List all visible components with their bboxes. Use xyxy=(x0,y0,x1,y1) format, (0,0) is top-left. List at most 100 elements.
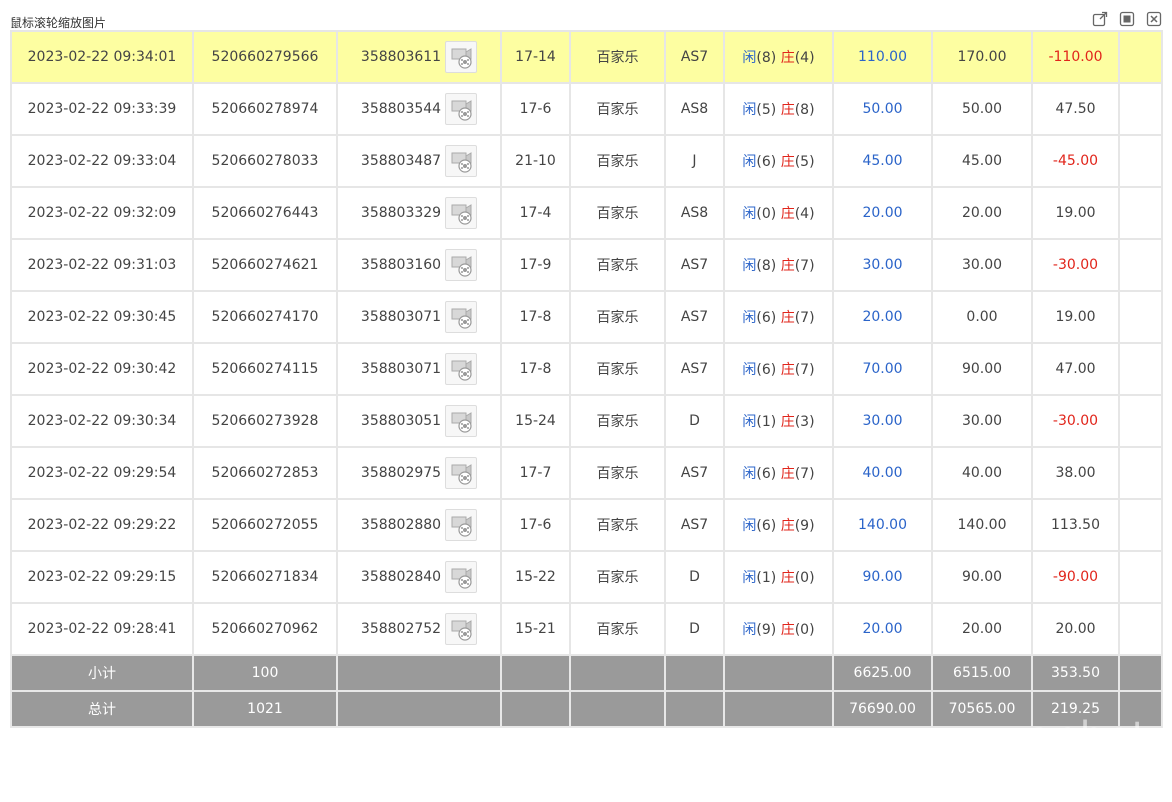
cell-game: 358802752 xyxy=(336,602,502,656)
external-link-icon[interactable] xyxy=(1092,11,1108,27)
table-row[interactable]: 2023-02-22 09:28:41 520660270962 358802752… xyxy=(10,602,1163,656)
cell-empty xyxy=(1118,550,1163,604)
cell-dealer: AS7 xyxy=(664,342,725,396)
cell-type: 百家乐 xyxy=(569,446,666,500)
video-replay-icon[interactable] xyxy=(445,509,478,541)
player-points: (9) xyxy=(756,622,777,638)
valid-bet: 90.00 xyxy=(961,569,1003,585)
order-number: 520660274115 xyxy=(211,361,319,377)
cell-result: 19.00 xyxy=(1031,186,1120,240)
cell-table: 17-4 xyxy=(500,186,571,240)
table-row[interactable]: 2023-02-22 09:29:22 520660272055 358802880… xyxy=(10,498,1163,552)
banker-points: (0) xyxy=(794,622,815,638)
cell-count: 1021 xyxy=(192,690,338,728)
cell-order: 520660272055 xyxy=(192,498,338,552)
cell-table: 17-8 xyxy=(500,342,571,396)
close-icon[interactable] xyxy=(1146,11,1162,27)
cell-game: 358803329 xyxy=(336,186,502,240)
table-row[interactable]: 2023-02-22 09:33:39 520660278974 358803544… xyxy=(10,82,1163,136)
game-number: 358803487 xyxy=(360,153,442,169)
video-replay-icon[interactable] xyxy=(445,561,478,593)
subtotal-result: 353.50 xyxy=(1051,665,1100,681)
cell-order: 520660279566 xyxy=(192,30,338,84)
player-label: 闲 xyxy=(742,310,757,326)
cell-outcome: 闲(8) 庄(4) xyxy=(723,30,834,84)
cell-type: 百家乐 xyxy=(569,186,666,240)
table-row[interactable]: 2023-02-22 09:30:42 520660274115 358803071… xyxy=(10,342,1163,396)
cell-table: 17-8 xyxy=(500,290,571,344)
game-number: 358802840 xyxy=(360,569,442,585)
video-replay-icon[interactable] xyxy=(445,353,478,385)
dealer-code: AS7 xyxy=(680,361,709,377)
win-loss: 38.00 xyxy=(1055,465,1096,481)
banker-label: 庄 xyxy=(780,570,795,586)
table-row[interactable]: 2023-02-22 09:32:09 520660276443 358803329… xyxy=(10,186,1163,240)
cell-empty xyxy=(1118,82,1163,136)
video-replay-icon[interactable] xyxy=(445,405,478,437)
cell-time: 2023-02-22 09:33:39 xyxy=(10,82,194,136)
banker-label: 庄 xyxy=(780,414,795,430)
bet-amount: 70.00 xyxy=(862,361,903,377)
table-row[interactable]: 2023-02-22 09:29:54 520660272853 358802975… xyxy=(10,446,1163,500)
cell-table: 17-6 xyxy=(500,498,571,552)
win-loss: 19.00 xyxy=(1055,309,1096,325)
banker-label: 庄 xyxy=(780,206,795,222)
table-row[interactable]: 2023-02-22 09:34:01 520660279566 358803611… xyxy=(10,30,1163,84)
cell-game: 358803487 xyxy=(336,134,502,188)
cell-order: 520660274170 xyxy=(192,290,338,344)
win-loss: -30.00 xyxy=(1052,413,1099,429)
cell-dealer: AS8 xyxy=(664,82,725,136)
cell-label: 总计 xyxy=(10,690,194,728)
cell-result: 353.50 xyxy=(1031,654,1120,692)
player-label: 闲 xyxy=(742,102,757,118)
cell-empty xyxy=(1118,602,1163,656)
order-number: 520660274621 xyxy=(211,257,319,273)
video-replay-icon[interactable] xyxy=(445,41,478,73)
table-row[interactable]: 2023-02-22 09:31:03 520660274621 358803160… xyxy=(10,238,1163,292)
video-replay-icon[interactable] xyxy=(445,457,478,489)
player-points: (1) xyxy=(756,570,777,586)
cell-dealer: AS7 xyxy=(664,446,725,500)
cell-empty xyxy=(500,690,571,728)
valid-bet: 30.00 xyxy=(961,413,1003,429)
banker-label: 庄 xyxy=(780,50,795,66)
table-row[interactable]: 2023-02-22 09:29:15 520660271834 358802840… xyxy=(10,550,1163,604)
game-type: 百家乐 xyxy=(596,206,639,222)
cell-dealer: J xyxy=(664,134,725,188)
cell-time: 2023-02-22 09:30:42 xyxy=(10,342,194,396)
banker-points: (3) xyxy=(794,414,815,430)
video-replay-icon[interactable] xyxy=(445,93,478,125)
cell-outcome: 闲(8) 庄(7) xyxy=(723,238,834,292)
table-number: 17-8 xyxy=(519,361,552,377)
table-row[interactable]: 2023-02-22 09:30:45 520660274170 358803071… xyxy=(10,290,1163,344)
subtotal-bet: 6625.00 xyxy=(853,665,912,681)
table-number: 15-22 xyxy=(515,569,556,585)
video-replay-icon[interactable] xyxy=(445,613,478,645)
cell-outcome: 闲(6) 庄(9) xyxy=(723,498,834,552)
cell-type: 百家乐 xyxy=(569,134,666,188)
table-row[interactable]: 2023-02-22 09:30:34 520660273928 358803051… xyxy=(10,394,1163,448)
win-loss: 47.50 xyxy=(1055,101,1096,117)
table-row[interactable]: 2023-02-22 09:33:04 520660278033 358803487… xyxy=(10,134,1163,188)
banker-label: 庄 xyxy=(780,466,795,482)
bet-amount: 110.00 xyxy=(858,49,907,65)
video-replay-icon[interactable] xyxy=(445,301,478,333)
cell-table: 21-10 xyxy=(500,134,571,188)
bet-amount: 20.00 xyxy=(862,621,903,637)
cell-result: 113.50 xyxy=(1031,498,1120,552)
video-replay-icon[interactable] xyxy=(445,145,478,177)
cell-table: 15-21 xyxy=(500,602,571,656)
cell-order: 520660274115 xyxy=(192,342,338,396)
cell-time: 2023-02-22 09:34:01 xyxy=(10,30,194,84)
cell-table: 15-24 xyxy=(500,394,571,448)
banker-label: 庄 xyxy=(780,362,795,378)
video-replay-icon[interactable] xyxy=(445,197,478,229)
maximize-icon[interactable] xyxy=(1119,11,1135,27)
valid-bet: 170.00 xyxy=(957,49,1007,65)
cell-order: 520660276443 xyxy=(192,186,338,240)
video-replay-icon[interactable] xyxy=(445,249,478,281)
cell-game: 358803611 xyxy=(336,30,502,84)
game-type: 百家乐 xyxy=(596,258,639,274)
cell-outcome: 闲(0) 庄(4) xyxy=(723,186,834,240)
banker-label: 庄 xyxy=(780,258,795,274)
